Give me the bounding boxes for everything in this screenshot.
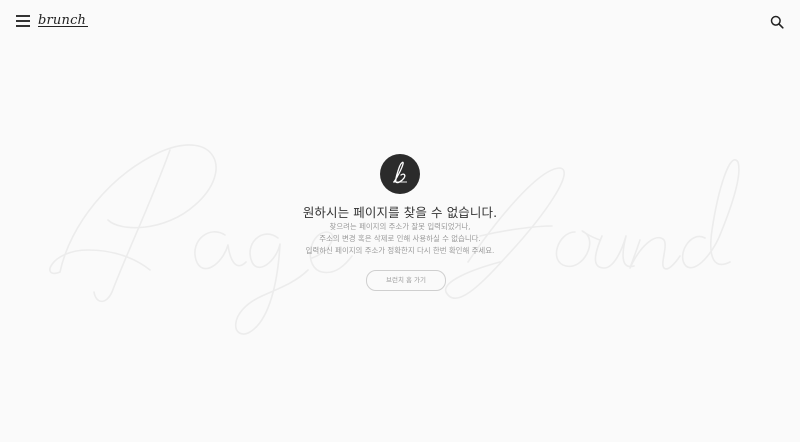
description-line-1: 찾으려는 페이지의 주소가 잘못 입력되었거나, <box>329 222 471 231</box>
page-title: 원하시는 페이지를 찾을 수 없습니다. <box>302 205 498 220</box>
description-line-2: 주소의 변경 혹은 삭제로 인해 사용하실 수 없습니다. <box>319 234 481 243</box>
search-icon[interactable] <box>770 14 784 29</box>
brunch-b-logo-icon <box>380 154 420 194</box>
description-line-3: 입력하신 페이지의 주소가 정확한지 다시 한번 확인해 주세요. <box>305 246 495 255</box>
hamburger-menu-icon[interactable] <box>16 14 30 28</box>
brunch-logo[interactable]: brunch <box>38 13 89 28</box>
go-home-button[interactable]: 브런치 홈 가기 <box>366 270 446 291</box>
top-header: brunch <box>0 0 800 44</box>
